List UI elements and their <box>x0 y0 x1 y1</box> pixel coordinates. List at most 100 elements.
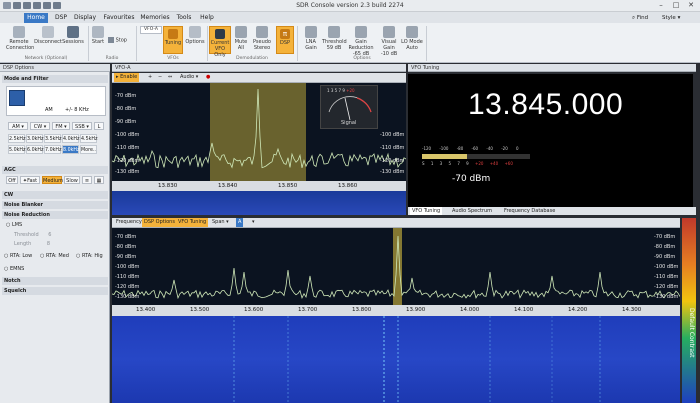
window-title: SDR Console version 2.3 build 2274 <box>296 2 404 9</box>
gain-reduction-button[interactable]: Gain Reduction -65 dB <box>346 26 376 57</box>
filter-8-0khz[interactable]: 8.0kHz <box>62 145 80 154</box>
tab-audio-spectrum[interactable]: Audio Spectrum <box>450 207 494 215</box>
vfo-tuning-button[interactable]: VFO Tuning <box>176 218 209 227</box>
db-label: -130 dBm <box>115 169 140 175</box>
filter-3-0khz[interactable]: 3.0kHz <box>26 134 44 143</box>
current-vfo-button[interactable]: Current VFO Only <box>209 26 231 58</box>
record-icon[interactable]: ● <box>204 73 212 82</box>
maximize-button[interactable]: □ <box>670 1 682 10</box>
minimize-button[interactable]: – <box>655 1 667 10</box>
tab-frequency-database[interactable]: Frequency Database <box>502 207 557 215</box>
vfo-waterfall[interactable] <box>112 191 406 215</box>
tab-favourites[interactable]: Favourites <box>102 13 136 23</box>
stop-button[interactable]: Stop <box>108 37 134 44</box>
threshold-button[interactable]: Threshold 59 dB <box>322 26 347 51</box>
filter-7-0khz[interactable]: 7.0kHz <box>44 145 62 154</box>
group-label: Radio <box>105 56 119 61</box>
tab-vfo-tuning[interactable]: VFO Tuning <box>410 207 443 215</box>
freq-tick: 13.600 <box>244 307 264 313</box>
enable-button[interactable]: ▸ Enable <box>114 73 140 82</box>
contrast-bar[interactable]: Default Contrast <box>682 218 696 403</box>
agc-off-button[interactable]: Off <box>6 176 18 184</box>
remote-connection-button[interactable]: Remote Connection <box>6 26 34 51</box>
vfo-badge[interactable]: VFO-A <box>140 26 162 34</box>
tuning-button[interactable]: Tuning <box>163 26 183 54</box>
sessions-button[interactable]: Sessions <box>62 26 84 45</box>
tab-dsp[interactable]: DSP <box>52 13 70 23</box>
cw-section[interactable]: CW <box>2 191 108 199</box>
style-link[interactable]: Style ▾ <box>662 13 680 23</box>
filter-5-0khz[interactable]: 5.0kHz <box>8 145 26 154</box>
tab-home[interactable]: Home <box>24 13 48 23</box>
disconnect-button[interactable]: Disconnect <box>34 26 62 45</box>
dropdown-icon[interactable]: ▾ <box>250 218 257 227</box>
agc-settings-icon[interactable]: ≡ <box>82 176 92 184</box>
zoom-icon[interactable]: A <box>236 218 244 227</box>
mode-display: AM +/- 8 KHz <box>6 86 106 116</box>
audio-button[interactable]: Audio ▾ <box>178 73 200 82</box>
title-bar: SDR Console version 2.3 build 2274 – □ ✕ <box>0 0 700 12</box>
start-button[interactable]: Start <box>90 26 106 45</box>
gain-reduction-icon <box>355 26 367 38</box>
tab-memories[interactable]: Memories <box>140 13 170 23</box>
frequency-button[interactable]: Frequency <box>114 218 144 227</box>
group-label: Demodulation <box>236 56 268 61</box>
mode-ssb-button[interactable]: SSB ▾ <box>72 122 92 130</box>
emns-radio[interactable]: ○ EMNS <box>4 266 24 272</box>
mode-cw-button[interactable]: CW ▾ <box>30 122 50 130</box>
frequency-display[interactable]: 13.845.000 <box>468 88 623 122</box>
search-icon: ⌕ <box>632 15 636 21</box>
gain-icon <box>305 26 317 38</box>
rta-high-radio[interactable]: ○ RTA: Hig <box>76 253 103 259</box>
db-label: -90 dBm <box>115 254 137 260</box>
freq-tick: 13.700 <box>298 307 318 313</box>
noise-reduction-section[interactable]: Noise Reduction <box>2 211 108 219</box>
db-label: -110 dBm <box>115 145 140 151</box>
agc-chart-icon[interactable]: ▦ <box>94 176 104 184</box>
dsp-options-button[interactable]: DSP Options <box>142 218 177 227</box>
options-button[interactable]: Options <box>184 26 206 45</box>
main-waterfall[interactable] <box>112 316 680 403</box>
filter-4-5khz[interactable]: 4.5kHz <box>80 134 98 143</box>
filter-2-5khz[interactable]: 2.5kHz <box>8 134 26 143</box>
lna-gain-button[interactable]: LNA Gain <box>300 26 322 51</box>
tab-display[interactable]: Display <box>72 13 98 23</box>
filter-more[interactable]: More.. <box>80 145 97 154</box>
panel-header: DSP Options <box>0 64 110 72</box>
mode-am-button[interactable]: AM ▾ <box>8 122 28 130</box>
mode-fm-button[interactable]: FM ▾ <box>52 122 70 130</box>
lms-radio[interactable]: ○ LMS <box>6 222 22 228</box>
remove-icon[interactable]: − <box>156 73 164 82</box>
pseudo-stereo-button[interactable]: Pseudo Stereo <box>251 26 273 51</box>
mute-all-button[interactable]: Mute All <box>232 26 250 51</box>
close-button[interactable]: ✕ <box>685 1 697 10</box>
mode-value: AM <box>45 107 53 113</box>
filter-6-0khz[interactable]: 6.0kHz <box>26 145 44 154</box>
db-label: -90 dBm <box>115 119 137 125</box>
squelch-section[interactable]: Squelch <box>2 287 108 295</box>
link-icon[interactable]: ⇔ <box>166 73 174 82</box>
noise-blanker-section[interactable]: Noise Blanker <box>2 201 108 209</box>
rta-med-radio[interactable]: ○ RTA: Med <box>40 253 69 259</box>
main-spectrum[interactable]: -70 dBm -80 dBm -90 dBm -100 dBm -110 dB… <box>112 228 680 305</box>
notch-section[interactable]: Notch <box>2 277 108 285</box>
find-link[interactable]: ⌕ Find <box>632 13 648 23</box>
filter-4-0khz[interactable]: 4.0kHz <box>62 134 80 143</box>
visual-gain-button[interactable]: Visual Gain -10 dB <box>378 26 400 57</box>
add-icon[interactable]: + <box>146 73 154 82</box>
filter-3-5khz[interactable]: 3.5kHz <box>44 134 62 143</box>
vfo-spectrum[interactable]: -70 dBm -80 dBm -90 dBm -100 dBm -110 dB… <box>112 83 406 181</box>
agc-section[interactable]: AGC <box>2 166 108 174</box>
mode-filter-section[interactable]: Mode and Filter <box>2 75 108 83</box>
tab-tools[interactable]: Tools <box>174 13 194 23</box>
db-label: -100 dBm <box>115 132 140 138</box>
rta-low-radio[interactable]: ○ RTA: Low <box>4 253 32 259</box>
dsp-button[interactable]: π DSP <box>276 26 294 54</box>
mode-extra-button[interactable]: L <box>94 122 104 130</box>
agc-medium-button[interactable]: Medium <box>42 176 63 184</box>
tab-help[interactable]: Help <box>198 13 216 23</box>
span-button[interactable]: Span ▾ <box>210 218 231 227</box>
agc-slow-button[interactable]: Slow <box>64 176 80 184</box>
agc-fast-button[interactable]: ✦Fast <box>20 176 40 184</box>
lo-mode-button[interactable]: LO Mode Auto <box>401 26 423 51</box>
